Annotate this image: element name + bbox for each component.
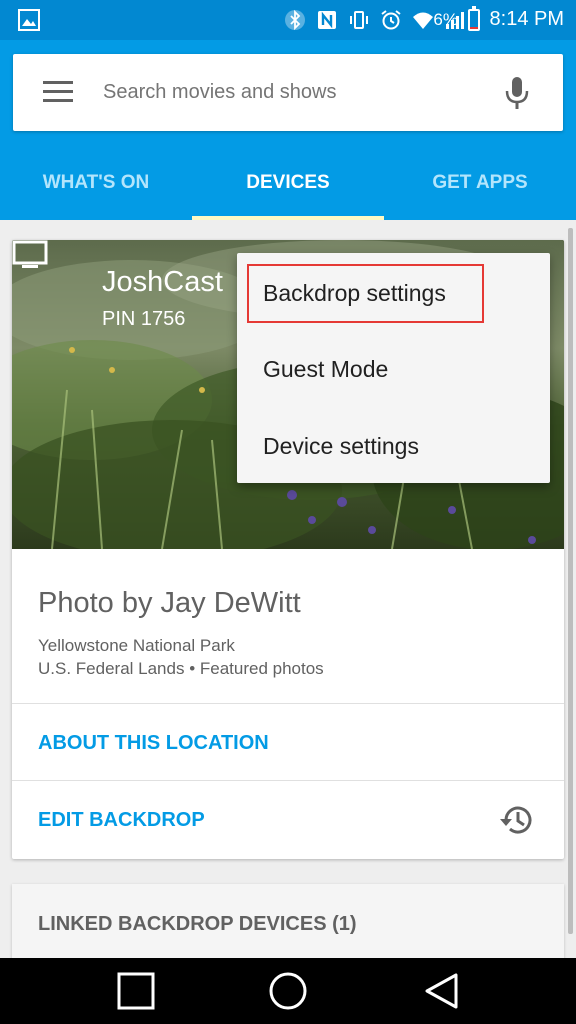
photo-info: Photo by Jay DeWitt Yellowstone National… [12,549,564,704]
search-bar[interactable] [13,54,563,131]
photo-location: Yellowstone National Park [38,636,235,655]
battery-percent: 6% [433,10,458,29]
tab-bar: WHAT'S ON DEVICES GET APPS [0,145,576,220]
microphone-icon[interactable] [505,76,529,110]
vibrate-icon [350,11,368,29]
clock: 8:14 PM [489,8,564,30]
wifi-icon [413,12,433,29]
nfc-icon [318,11,336,29]
menu-item-backdrop-settings[interactable]: Backdrop settings [237,255,550,332]
back-icon[interactable] [422,971,462,1011]
about-location-link[interactable]: ABOUT THIS LOCATION [38,732,269,755]
battery-icon [468,6,480,31]
tv-icon [12,240,48,268]
navigation-bar [0,958,576,1024]
alarm-icon [381,10,401,30]
menu-item-guest-mode[interactable]: Guest Mode [237,331,550,408]
scrollbar[interactable] [568,228,573,934]
about-location-row[interactable]: ABOUT THIS LOCATION [12,704,564,781]
edit-backdrop-link[interactable]: EDIT BACKDROP [38,809,205,832]
tab-get-apps[interactable]: GET APPS [384,145,576,220]
menu-item-device-settings[interactable]: Device settings [237,408,550,485]
edit-backdrop-row[interactable]: EDIT BACKDROP [12,781,564,858]
history-icon[interactable] [498,801,536,839]
linked-devices-label: LINKED BACKDROP DEVICES (1) [38,913,357,935]
bluetooth-icon [285,9,305,31]
recent-apps-icon[interactable] [116,971,156,1011]
gallery-notification-icon [18,9,40,31]
app-header: WHAT'S ON DEVICES GET APPS [0,40,576,220]
device-pin: PIN 1756 [102,308,186,330]
status-bar: 6% 8:14 PM [0,0,576,40]
tab-devices[interactable]: DEVICES [192,145,384,220]
tab-whats-on[interactable]: WHAT'S ON [0,145,192,220]
search-input[interactable] [103,72,483,112]
battery-level-fill [470,27,478,29]
home-icon[interactable] [268,971,308,1011]
photo-source: U.S. Federal Lands • Featured photos [38,659,324,678]
linked-devices-card[interactable]: LINKED BACKDROP DEVICES (1) [12,884,564,964]
menu-icon[interactable] [43,81,73,103]
overflow-menu: Backdrop settings Guest Mode Device sett… [237,253,550,483]
device-name: JoshCast [102,266,223,298]
active-tab-indicator [192,216,384,220]
photo-credit: Photo by Jay DeWitt [38,587,301,619]
